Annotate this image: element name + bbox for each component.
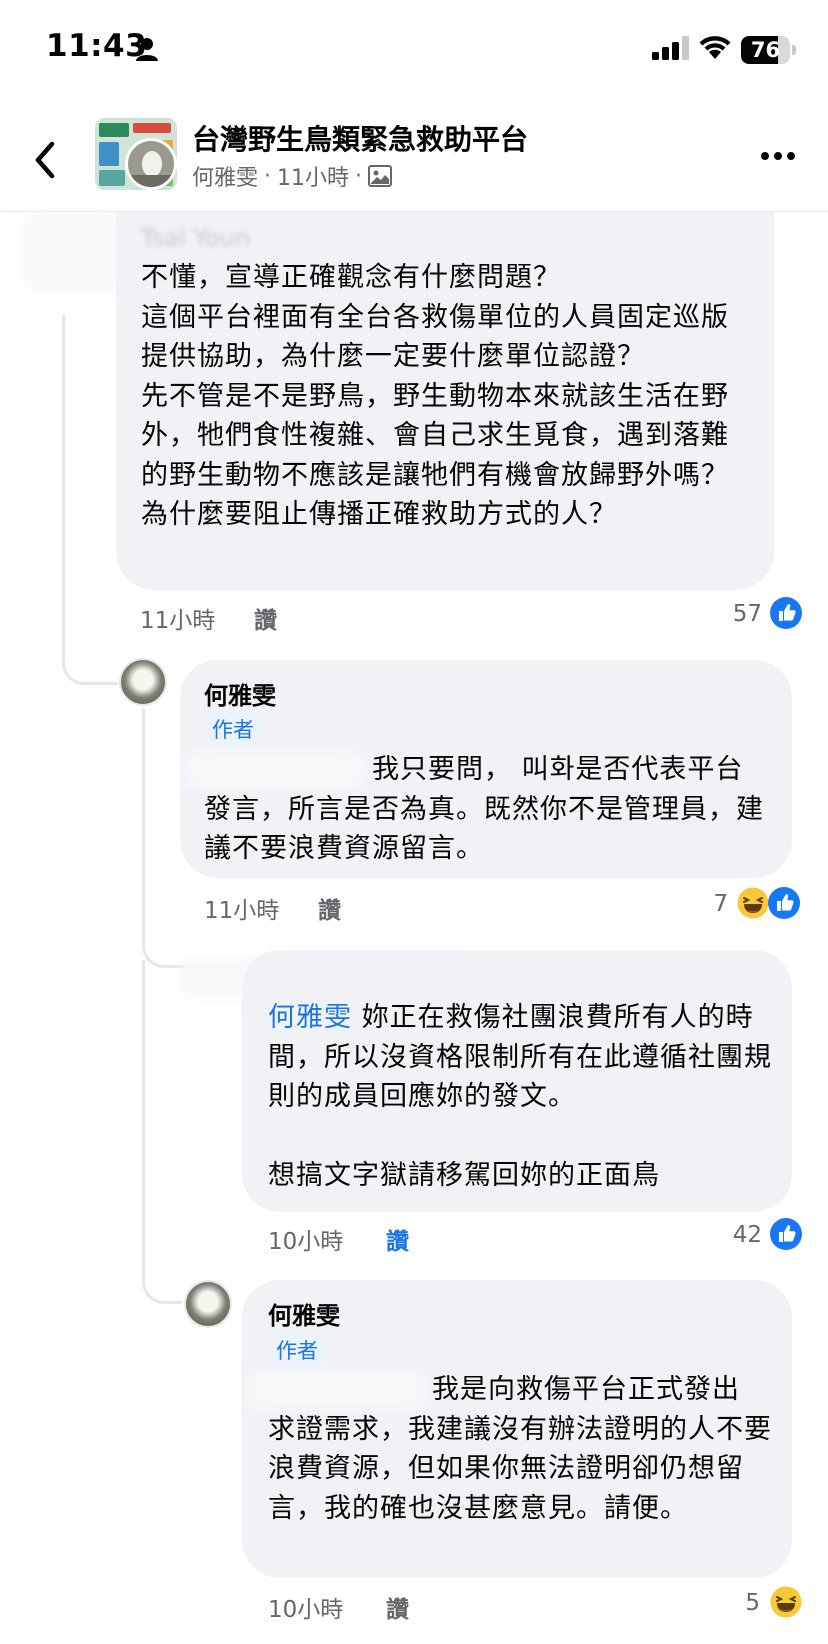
- like-reaction-icon: [768, 887, 800, 919]
- comment-first-line: 我只要問， 叫화是否代表平台: [372, 754, 744, 785]
- group-title[interactable]: 台灣野生鳥類緊急救助平台: [192, 118, 528, 158]
- reaction-count[interactable]: 7: [668, 891, 728, 917]
- thread-line: [62, 315, 118, 685]
- like-button[interactable]: 讚: [386, 1590, 409, 1624]
- author-badge: 作者: [206, 712, 260, 746]
- author-badge: 作者: [270, 1333, 324, 1367]
- status-time: 11:43: [46, 28, 148, 64]
- meta-separator: ·: [264, 163, 272, 189]
- comment-first-line: 我是向救傷平台正式發出: [432, 1374, 740, 1405]
- comment-author-blurred: Tsai Youn: [141, 224, 250, 252]
- author-avatar[interactable]: [184, 1280, 232, 1328]
- wifi-icon: [699, 36, 731, 59]
- photo-icon: [368, 165, 393, 187]
- like-button[interactable]: 讚: [386, 1222, 409, 1256]
- comment-text: 何雅雯 妳正在救傷社團浪費所有人的時間，所以沒資格限制所有在此遵循社團規則的成員…: [268, 998, 778, 1196]
- post-time[interactable]: 11小時: [277, 160, 349, 192]
- comment-time[interactable]: 11小時: [204, 891, 279, 925]
- blurred-avatar: [24, 212, 120, 292]
- reaction-count[interactable]: 42: [702, 1222, 762, 1248]
- comment-paragraph: 不懂，宣導正確觀念有什麼問題？: [141, 262, 561, 293]
- like-reaction-icon: [770, 1218, 802, 1250]
- mention-link[interactable]: 何雅雯: [268, 1002, 352, 1033]
- comment-text: 不懂，宣導正確觀念有什麼問題？ 這個平台裡面有全台各救傷單位的人員固定巡版提供協…: [141, 258, 755, 535]
- post-meta: 何雅雯 · 11小時 ·: [192, 160, 393, 192]
- reaction-count[interactable]: 5: [700, 1590, 760, 1616]
- comment-author[interactable]: 何雅雯: [268, 1296, 340, 1331]
- comment-paragraph: 發言，所言是否為真。既然你不是管理員，建議不要浪費資源留言。: [204, 793, 764, 865]
- post-author[interactable]: 何雅雯: [192, 160, 258, 192]
- more-icon[interactable]: [760, 150, 796, 162]
- comment-text: 我是向救傷平台正式發出 求證需求，我建議沒有辦法證明的人不要浪費資源，但如果你無…: [268, 1370, 778, 1528]
- battery-icon: 76: [741, 36, 797, 64]
- comment-time[interactable]: 11小時: [140, 601, 215, 635]
- comment-time[interactable]: 10小時: [268, 1590, 343, 1624]
- thread-line: [142, 960, 182, 1304]
- haha-reaction-icon: [770, 1586, 802, 1618]
- comment-paragraph: 想搞文字獄請移駕回妳的正面鳥: [268, 1160, 660, 1191]
- comment-paragraph: 這個平台裡面有全台各救傷單位的人員固定巡版提供協助，為什麼一定要什麼單位認證？: [141, 301, 729, 373]
- battery-percentage: 76: [750, 38, 781, 62]
- meta-separator: ·: [355, 163, 363, 189]
- person-icon: [136, 38, 158, 61]
- haha-reaction-icon: [737, 887, 769, 919]
- comment-author[interactable]: 何雅雯: [204, 676, 276, 711]
- author-avatar[interactable]: [119, 658, 167, 706]
- like-reaction-icon: [770, 597, 802, 629]
- back-arrow-icon[interactable]: [28, 138, 62, 182]
- comment-paragraph: 為什麼要阻止傳播正確救助方式的人？: [141, 499, 617, 530]
- comment-text: 我只要問， 叫화是否代表平台 發言，所言是否為真。既然你不是管理員，建議不要浪費…: [204, 750, 774, 869]
- reaction-count[interactable]: 57: [702, 601, 762, 627]
- comment-paragraph: 先不管是不是野鳥，野生動物本來就該生活在野外，牠們食性複雜、會自己求生覓食，遇到…: [141, 380, 729, 491]
- author-avatar-small[interactable]: [125, 138, 177, 190]
- comment-paragraph: 求證需求，我建議沒有辦法證明的人不要浪費資源，但如果你無法證明卻仍想留言，我的確…: [268, 1413, 772, 1524]
- like-button[interactable]: 讚: [254, 601, 277, 635]
- signal-icon: [652, 36, 689, 60]
- comment-time[interactable]: 10小時: [268, 1222, 343, 1256]
- like-button[interactable]: 讚: [318, 891, 341, 925]
